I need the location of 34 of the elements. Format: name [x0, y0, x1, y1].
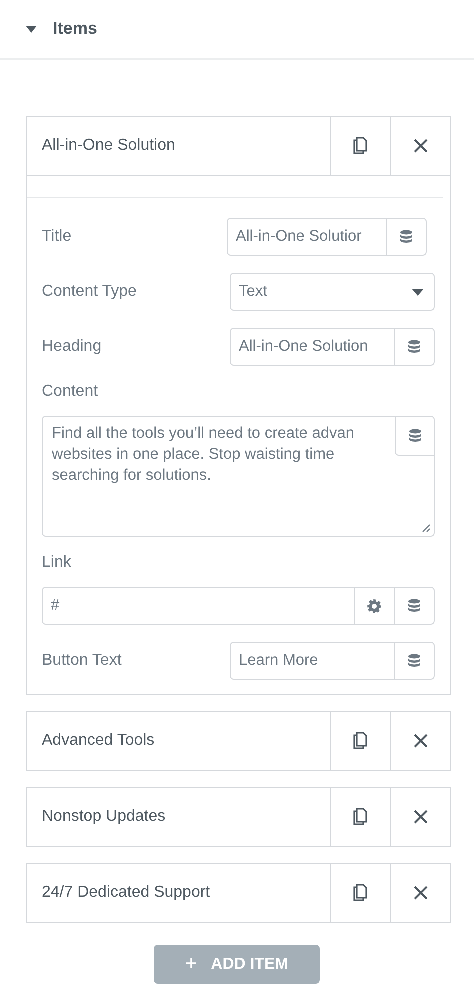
field-label: Title	[42, 228, 72, 246]
copy-icon	[353, 137, 368, 155]
close-icon	[414, 139, 428, 153]
database-icon	[408, 598, 421, 614]
resize-handle-icon	[422, 524, 431, 533]
textarea-field[interactable]: Find all the tools you’ll need to create advan websites in one place. Stop waisting time searching for solutions.	[42, 416, 435, 537]
database-icon	[408, 428, 422, 444]
close-icon	[414, 734, 428, 748]
database-icon	[408, 340, 421, 354]
dynamic-tags-button[interactable]	[395, 417, 434, 456]
field-label: Link	[42, 554, 72, 572]
close-icon	[414, 810, 428, 824]
input-field[interactable]: All-in-One Solutior	[227, 218, 427, 256]
section-title: Items	[53, 19, 98, 39]
copy-icon	[353, 732, 368, 750]
caret-icon	[412, 288, 424, 296]
url-field[interactable]: #	[42, 587, 435, 625]
settings-icon	[367, 598, 382, 614]
input-field[interactable]: Learn More	[230, 642, 435, 680]
input-field[interactable]: All-in-One Solution	[230, 328, 435, 366]
database-icon	[408, 654, 421, 668]
field-label: Heading	[42, 338, 102, 356]
field-label: Content	[42, 383, 100, 401]
copy-icon	[353, 808, 368, 826]
item-title[interactable]: Advanced Tools	[27, 712, 330, 770]
close-icon	[414, 886, 428, 900]
copy-icon	[353, 884, 368, 902]
item-title[interactable]: Nonstop Updates	[27, 788, 330, 846]
item-title[interactable]: All-in-One Solution	[27, 117, 330, 175]
field-label: Button Text	[42, 652, 122, 670]
item-title[interactable]: 24/7 Dedicated Support	[27, 864, 330, 922]
field-label: Content Type	[42, 283, 137, 301]
select-field[interactable]: Text	[230, 273, 435, 311]
database-icon	[400, 230, 413, 244]
